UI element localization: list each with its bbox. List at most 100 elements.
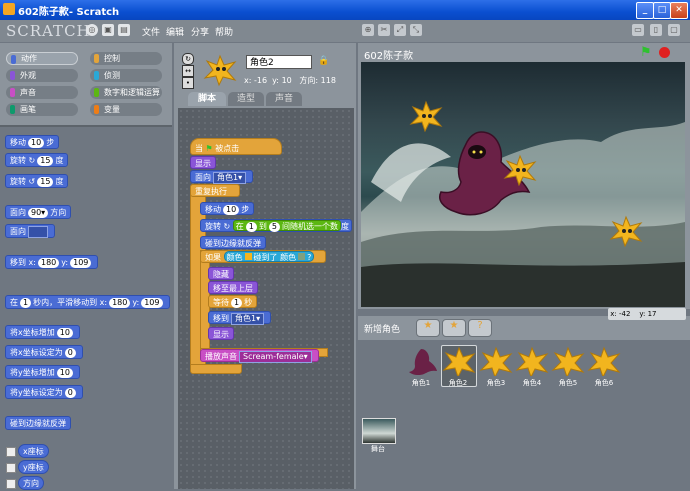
lock-icon[interactable]: 🔒 — [318, 56, 329, 66]
block-turn-random[interactable]: 旋转 ↻ 在 1 到 5 间随机选一个数度 — [200, 219, 352, 232]
block-if[interactable]: 如果 颜色 碰到了 颜色? — [200, 250, 326, 263]
sprite-thumb-6[interactable] — [587, 346, 621, 376]
category-pen[interactable]: 画笔 — [6, 103, 78, 116]
sprite-star-2[interactable] — [503, 154, 537, 186]
category-operators[interactable]: 数字和逻辑运算 — [90, 86, 162, 99]
block-point-towards[interactable]: 面向 — [5, 224, 55, 238]
globe-icon[interactable]: ◎ — [86, 24, 98, 36]
block-bounce[interactable]: 碰到边缘就反弹 — [5, 416, 71, 430]
block-bounce[interactable]: 碰到边缘就反弹 — [200, 236, 266, 249]
close-button[interactable]: ✕ — [670, 2, 688, 19]
sprite-thumb-1[interactable] — [404, 346, 438, 376]
block-change-y[interactable]: 将y坐标增加 10 — [5, 365, 80, 379]
title-bar: 602陈子款- Scratch _ □ ✕ — [0, 0, 690, 20]
stop-button[interactable] — [659, 47, 670, 58]
tab-costumes[interactable]: 造型 — [228, 92, 264, 106]
sprite-label-5: 角色5 — [558, 379, 578, 387]
block-turn-cw[interactable]: 旋转 ↻ 15 度 — [5, 153, 69, 167]
reporter-ypos[interactable]: y座标 — [18, 460, 49, 474]
target-dropdown[interactable] — [28, 225, 48, 238]
small-stage-icon[interactable]: ▭ — [632, 24, 644, 36]
presentation-mode-icon[interactable]: ▢ — [668, 24, 680, 36]
minimize-button[interactable]: _ — [636, 2, 654, 19]
random-sprite-button[interactable]: ? — [468, 319, 492, 337]
sprite-list — [358, 316, 690, 489]
tab-scripts[interactable]: 脚本 — [188, 92, 226, 106]
direction-checkbox[interactable] — [6, 479, 16, 489]
no-rotate-icon[interactable]: • — [182, 77, 194, 89]
question-star-icon: ? — [477, 320, 483, 331]
sprite-thumb-4[interactable] — [515, 346, 549, 376]
block-show[interactable]: 显示 — [190, 156, 216, 169]
stage-thumbnail-label: 舞台 — [371, 445, 385, 453]
xpos-checkbox[interactable] — [6, 447, 16, 457]
maximize-button[interactable]: □ — [653, 2, 671, 19]
block-change-x[interactable]: 将x坐标增加 10 — [5, 325, 80, 339]
category-motion[interactable]: 动作 — [6, 52, 78, 65]
category-looks[interactable]: 外观 — [6, 69, 78, 82]
sprite-star-3[interactable] — [609, 215, 643, 247]
paintbrush-star-icon: ★ — [423, 320, 433, 331]
stage-thumbnail[interactable] — [362, 418, 396, 444]
color-swatch-green[interactable] — [298, 253, 306, 260]
sprite-thumb-5[interactable] — [551, 346, 585, 376]
menu-edit[interactable]: 编辑 — [166, 25, 184, 38]
block-glide[interactable]: 在 1 秒内，平滑移动到 x: 180 y: 109 — [5, 295, 170, 309]
sprite-name-field[interactable]: 角色2 — [246, 55, 312, 69]
reporter-direction[interactable]: 方向 — [18, 476, 44, 490]
new-sprite-label: 新增角色 — [364, 325, 401, 335]
block-point-direction[interactable]: 面向 90▾ 方向 — [5, 205, 72, 219]
menu-bar: SCRATCH ◎ ▣ ▤ 文件 编辑 分享 帮助 ⊕ ✂ ⤢ ⤡ ▭ ▯ ▢ — [0, 20, 690, 42]
menu-help[interactable]: 帮助 — [215, 25, 233, 38]
scripts-area[interactable]: 当 ⚑ 被点击 显示 面向 角色1▾ 重复执行 移动 10 步 旋转 ↻ 在 1 到 5 间随… — [178, 108, 354, 489]
block-move-steps[interactable]: 移动 10 步 — [5, 135, 60, 149]
sprite-thumb-3[interactable] — [479, 346, 513, 376]
category-panel: 动作 控制 外观 侦测 声音 数字和逻辑运算 画笔 变量 — [0, 43, 172, 127]
block-play-sound[interactable]: 播放声音 Scream-female▾ — [200, 349, 319, 363]
sprite-label-6: 角色6 — [594, 379, 614, 387]
sprite-coords: x: -16 y: 10 方向: 118 — [244, 76, 336, 85]
forever-c-bottom — [190, 364, 242, 374]
menu-file[interactable]: 文件 — [142, 25, 160, 38]
choose-sprite-button[interactable]: ★ — [442, 319, 466, 337]
grow-tool-icon[interactable]: ⤢ — [394, 24, 406, 36]
block-move[interactable]: 移动 10 步 — [200, 202, 255, 215]
sprite-label-2: 角色2 — [448, 379, 468, 387]
green-flag-button[interactable]: ⚑ — [640, 45, 652, 60]
block-point-towards[interactable]: 面向 角色1▾ — [190, 170, 254, 184]
tab-sounds[interactable]: 声音 — [266, 92, 302, 106]
share-icon[interactable]: ▤ — [118, 24, 130, 36]
shrink-tool-icon[interactable]: ⤡ — [410, 24, 422, 36]
reporter-xpos[interactable]: x座标 — [18, 444, 49, 458]
stage[interactable] — [361, 62, 685, 307]
paint-new-sprite-button[interactable]: ★ — [416, 319, 440, 337]
block-turn-ccw[interactable]: 旋转 ↺ 15 度 — [5, 174, 69, 188]
window-title: 602陈子款- Scratch — [18, 7, 120, 18]
color-swatch-yellow[interactable] — [244, 253, 252, 260]
rotate-style-icon[interactable]: ↻ — [182, 53, 194, 65]
flip-style-icon[interactable]: ↔ — [182, 65, 194, 77]
menu-share[interactable]: 分享 — [191, 25, 209, 38]
category-variables[interactable]: 变量 — [90, 103, 162, 116]
normal-stage-icon[interactable]: ▯ — [650, 24, 662, 36]
category-sensing[interactable]: 侦测 — [90, 69, 162, 82]
block-go-front[interactable]: 移至最上层 — [208, 281, 258, 294]
ypos-checkbox[interactable] — [6, 463, 16, 473]
cut-tool-icon[interactable]: ✂ — [378, 24, 390, 36]
scratch-cat-icon — [3, 3, 15, 15]
block-wait[interactable]: 等待 1 秒 — [208, 295, 258, 308]
folder-star-icon: ★ — [449, 320, 459, 331]
block-goto-sprite[interactable]: 移到 角色1▾ — [208, 311, 272, 325]
block-set-x[interactable]: 将x坐标设定为 0 — [5, 345, 83, 359]
block-goto-xy[interactable]: 移到 x: 180 y: 109 — [5, 255, 99, 269]
save-icon[interactable]: ▣ — [102, 24, 114, 36]
block-hide[interactable]: 隐藏 — [208, 267, 234, 280]
block-set-y[interactable]: 将y坐标设定为 0 — [5, 385, 83, 399]
block-show-2[interactable]: 显示 — [208, 327, 234, 340]
block-when-flag-clicked[interactable]: 当 ⚑ 被点击 — [190, 138, 282, 155]
block-forever[interactable]: 重复执行 — [190, 184, 240, 197]
category-sound[interactable]: 声音 — [6, 86, 78, 99]
category-control[interactable]: 控制 — [90, 52, 162, 65]
duplicate-tool-icon[interactable]: ⊕ — [362, 24, 374, 36]
sprite-star-1[interactable] — [409, 100, 443, 132]
